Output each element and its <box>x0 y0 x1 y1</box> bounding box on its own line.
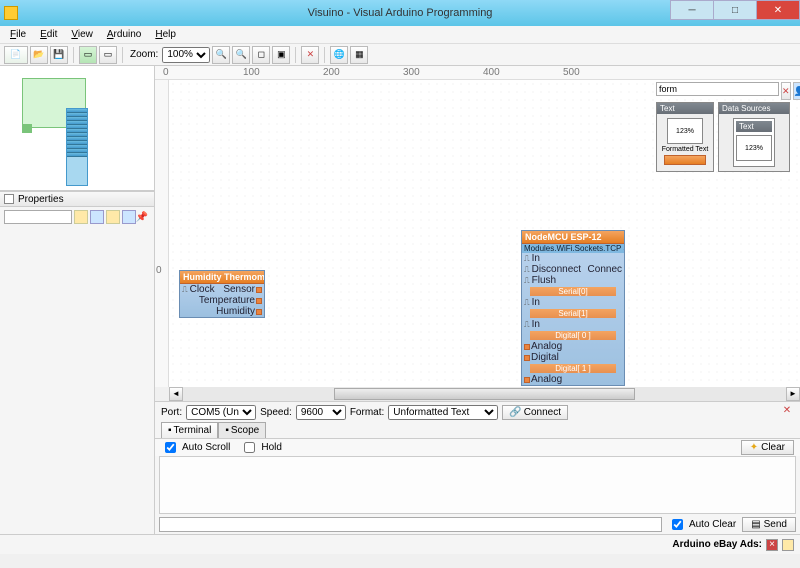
design-preview[interactable] <box>0 66 154 191</box>
prop-icon-4[interactable] <box>122 210 136 224</box>
send-icon: ▤ <box>751 519 760 530</box>
scroll-left-icon[interactable]: ◄ <box>169 387 183 401</box>
properties-filter[interactable] <box>4 210 72 224</box>
maximize-button[interactable]: □ <box>713 0 757 20</box>
status-ads-label: Arduino eBay Ads: <box>672 539 762 550</box>
component-toolbox: ✕ 👤 ⊞ ⊡ Text 123% Formatted Text <box>656 82 796 172</box>
speed-select[interactable]: 9600 <box>296 405 346 420</box>
autoscroll-checkbox[interactable]: Auto Scroll <box>161 439 230 456</box>
properties-label: Properties <box>18 194 64 205</box>
menu-bar: File Edit View Arduino Help <box>0 26 800 44</box>
toolbox-group-text[interactable]: Text 123% Formatted Text <box>656 102 714 172</box>
minimize-button[interactable]: ─ <box>670 0 714 20</box>
zoom-region-button[interactable]: ▭ <box>99 46 117 64</box>
connect-button[interactable]: 🔗Connect <box>502 405 568 420</box>
app-icon <box>4 6 18 20</box>
ruler-vertical: 0 <box>155 80 169 387</box>
toolbar: 📄 📂 💾 ▭ ▭ Zoom: 100% 🔍 🔍 ◻ ▣ ✕ 🌐 ▦ <box>0 44 800 66</box>
format-select[interactable]: Unformatted Text <box>388 405 498 420</box>
canvas-hscroll[interactable]: ◄ ► <box>155 387 800 401</box>
autoclear-checkbox[interactable]: Auto Clear <box>668 516 736 533</box>
format-label: Format: <box>350 407 384 418</box>
menu-edit[interactable]: Edit <box>34 28 63 41</box>
prop-icon-3[interactable] <box>106 210 120 224</box>
menu-file[interactable]: File <box>4 28 32 41</box>
window-title: Visuino - Visual Arduino Programming <box>308 7 493 19</box>
status-close-icon[interactable]: × <box>766 539 778 551</box>
zoom-fit-button[interactable]: ◻ <box>252 46 270 64</box>
prop-icon-1[interactable] <box>74 210 88 224</box>
canvas-area: 0 100 200 300 400 500 0 Humidity Thermom… <box>155 66 800 534</box>
zoom-window-button[interactable]: ▭ <box>79 46 97 64</box>
delete-button[interactable]: ✕ <box>301 46 319 64</box>
component-title: Humidity Thermometer 1 <box>180 271 264 284</box>
tab-scope[interactable]: ▪Scope <box>218 422 266 438</box>
terminal-output[interactable] <box>159 456 796 514</box>
terminal-close-icon[interactable]: ✕ <box>780 405 794 419</box>
close-button[interactable]: ✕ <box>756 0 800 20</box>
prop-icon-2[interactable] <box>90 210 104 224</box>
save-button[interactable]: 💾 <box>50 46 68 64</box>
status-bar: Arduino eBay Ads: × <box>0 534 800 554</box>
toolbox-group-data[interactable]: Data Sources Text 123% <box>718 102 790 172</box>
speed-label: Speed: <box>260 407 292 418</box>
new-button[interactable]: 📄 <box>4 46 28 64</box>
open-button[interactable]: 📂 <box>30 46 48 64</box>
tab-terminal[interactable]: ▪Terminal <box>161 422 218 438</box>
toolbox-item[interactable]: 123% <box>736 135 772 161</box>
properties-toolbar: 📌 <box>0 207 154 227</box>
menu-view[interactable]: View <box>65 28 99 41</box>
zoom-in-button[interactable]: 🔍 <box>212 46 230 64</box>
send-button[interactable]: ▤Send <box>742 517 796 532</box>
clear-icon: ✦ <box>750 442 758 453</box>
clear-button[interactable]: ✦Clear <box>741 440 794 455</box>
pin-icon[interactable]: 📌 <box>136 212 148 223</box>
properties-header[interactable]: Properties <box>0 191 154 207</box>
terminal-input[interactable] <box>159 517 662 532</box>
link-icon: 🔗 <box>509 407 521 418</box>
properties-body <box>0 227 154 534</box>
toolbox-clear-icon[interactable]: ✕ <box>781 82 791 100</box>
hold-checkbox[interactable]: Hold <box>240 439 282 456</box>
scroll-right-icon[interactable]: ► <box>786 387 800 401</box>
window-titlebar: Visuino - Visual Arduino Programming ─ □… <box>0 0 800 26</box>
toolbox-btn1[interactable]: 👤 <box>793 82 800 100</box>
terminal-icon: ▪ <box>168 425 172 436</box>
port-select[interactable]: COM5 (Unav <box>186 405 256 420</box>
toolbox-item[interactable]: 123% <box>667 118 703 144</box>
port-label: Port: <box>161 407 182 418</box>
menu-arduino[interactable]: Arduino <box>101 28 147 41</box>
zoom-select[interactable]: 100% <box>162 47 210 63</box>
left-panel: Properties 📌 <box>0 66 155 534</box>
ruler-horizontal: 0 100 200 300 400 500 <box>155 66 800 80</box>
terminal-panel: Port: COM5 (Unav Speed: 9600 Format: Unf… <box>155 401 800 534</box>
component-humidity-thermometer[interactable]: Humidity Thermometer 1 ⎍Clock Sensor Tem… <box>179 270 265 318</box>
status-settings-icon[interactable] <box>782 539 794 551</box>
web-button[interactable]: 🌐 <box>330 46 348 64</box>
menu-help[interactable]: Help <box>149 28 182 41</box>
zoom-out-button[interactable]: 🔍 <box>232 46 250 64</box>
zoom-label: Zoom: <box>130 49 158 60</box>
component-nodemcu[interactable]: NodeMCU ESP-12 Modules.WiFi.Sockets.TCP … <box>521 230 625 386</box>
canvas[interactable]: Humidity Thermometer 1 ⎍Clock Sensor Tem… <box>169 80 800 387</box>
zoom-actual-button[interactable]: ▣ <box>272 46 290 64</box>
chip-button[interactable]: ▦ <box>350 46 368 64</box>
component-title: NodeMCU ESP-12 <box>522 231 624 244</box>
toolbox-search[interactable] <box>656 82 779 96</box>
scope-icon: ▪ <box>225 425 229 436</box>
